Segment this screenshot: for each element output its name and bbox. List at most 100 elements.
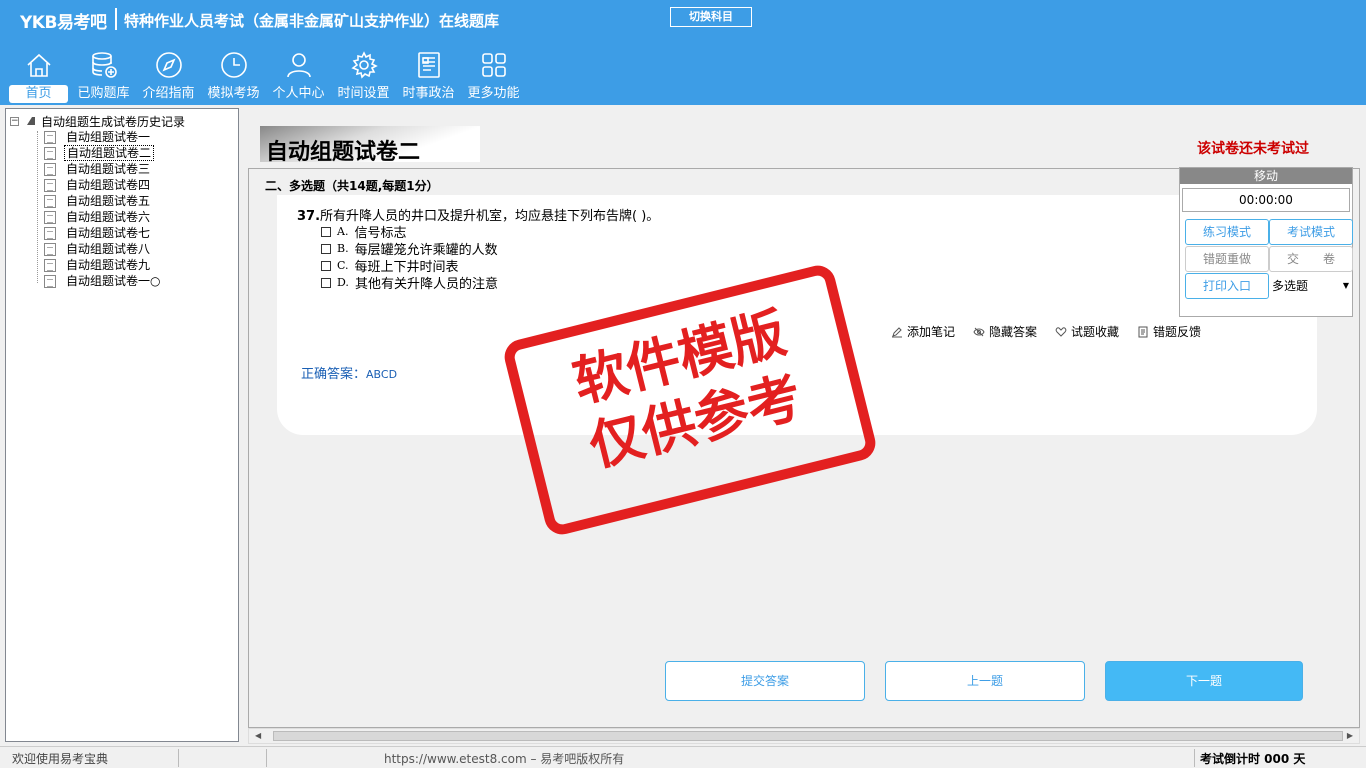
horizontal-scrollbar[interactable]: ◀ ▶ — [248, 728, 1360, 744]
tree-item[interactable]: 自动组题试卷七 — [44, 225, 162, 241]
option-d[interactable]: D. 其他有关升降人员的注意 — [321, 274, 498, 292]
exam-status-text: 该试卷还未考试过 — [1197, 141, 1309, 157]
scrollbar-thumb[interactable] — [273, 731, 1343, 741]
nav-guide[interactable]: 介绍指南 — [136, 48, 201, 104]
tree-item-label: 自动组题试卷一○ — [66, 274, 161, 288]
pencil-icon — [892, 326, 902, 337]
panel-move-handle[interactable]: 移动 — [1180, 168, 1352, 184]
option-checkbox[interactable] — [321, 243, 331, 254]
document-icon — [44, 242, 56, 256]
next-question-button[interactable]: 下一题 — [1105, 661, 1303, 701]
option-letter: A. — [337, 225, 349, 238]
favorite-button[interactable]: 试题收藏 — [1055, 323, 1119, 340]
document-icon — [44, 274, 56, 288]
nav-profile[interactable]: 个人中心 — [266, 48, 331, 104]
option-c[interactable]: C. 每班上下井时间表 — [321, 257, 498, 275]
collapse-icon[interactable]: − — [10, 116, 19, 126]
option-letter: B. — [337, 242, 349, 255]
tree-item[interactable]: 自动组题试卷一○ — [44, 273, 162, 289]
option-checkbox[interactable] — [321, 226, 331, 237]
tree-item[interactable]: 自动组题试卷九 — [44, 257, 162, 273]
add-note-button[interactable]: 添加笔记 — [891, 323, 955, 340]
tree-item[interactable]: 自动组题试卷三 — [44, 161, 162, 177]
switch-subject-button[interactable]: 切换科目 — [670, 7, 752, 27]
exam-control-panel: 移动 00:00:00 练习模式 考试模式 错题重做 交 卷 打印入口 多选题 — [1179, 167, 1353, 317]
scroll-left-icon[interactable]: ◀ — [255, 731, 261, 740]
tree-list: 自动组题试卷一 自动组题试卷二 自动组题试卷三 自动组题试卷四 自动组题试卷五 … — [44, 129, 162, 289]
nav-purchased[interactable]: 已购题库 — [71, 48, 136, 104]
print-button[interactable]: 打印入口 — [1185, 273, 1269, 299]
tree-item-label: 自动组题试卷九 — [66, 258, 151, 272]
nav-label: 首页 — [9, 85, 68, 103]
nav-mock-exam[interactable]: 模拟考场 — [201, 48, 266, 104]
tree-item-label: 自动组题试卷五 — [66, 194, 151, 208]
nav-label: 已购题库 — [77, 86, 130, 101]
status-divider — [178, 749, 179, 767]
answer-label: 正确答案： — [301, 367, 367, 382]
eye-slash-icon — [973, 327, 985, 336]
error-feedback-button[interactable]: 错题反馈 — [1137, 323, 1201, 340]
tree-root[interactable]: − 自动组题生成试卷历史记录 — [10, 113, 185, 129]
add-note-label: 添加笔记 — [907, 325, 956, 339]
tree-item[interactable]: 自动组题试卷一 — [44, 129, 162, 145]
document-icon — [44, 178, 56, 192]
user-icon — [287, 53, 311, 78]
document-icon — [44, 210, 56, 224]
panel-buttons: 练习模式 考试模式 错题重做 交 卷 打印入口 多选题 — [1185, 219, 1353, 300]
tree-item-label: 自动组题试卷六 — [66, 210, 151, 224]
logo-divider — [115, 8, 117, 30]
option-letter: C. — [337, 259, 349, 272]
nav-home[interactable]: 首页 — [6, 48, 71, 104]
app-title: 特种作业人员考试（金属非金属矿山支护作业）在线题库 — [124, 12, 500, 30]
option-b[interactable]: B. 每层罐笼允许乘罐的人数 — [321, 240, 498, 258]
compass-icon — [156, 52, 182, 78]
tree-connector — [37, 131, 38, 283]
paper-title: 自动组题试卷二 — [266, 140, 421, 165]
clock-icon — [221, 52, 247, 78]
paper-history-tree: − 自动组题生成试卷历史记录 自动组题试卷一 自动组题试卷二 自动组题试卷三 自… — [5, 108, 239, 742]
question-type-select[interactable]: 多选题 — [1269, 273, 1353, 299]
tree-item[interactable]: 自动组题试卷五 — [44, 193, 162, 209]
folder-triangle-icon — [27, 117, 35, 125]
option-checkbox[interactable] — [321, 260, 331, 271]
favorite-label: 试题收藏 — [1071, 325, 1120, 339]
question-text: 37.所有升降人员的井口及提升机室，均应悬挂下列布告牌( )。 — [297, 205, 659, 224]
nav-more[interactable]: 更多功能 — [461, 48, 526, 104]
tree-item[interactable]: 自动组题试卷六 — [44, 209, 162, 225]
tree-item-label: 自动组题试卷三 — [66, 162, 151, 176]
hide-answer-button[interactable]: 隐藏答案 — [973, 323, 1037, 340]
nav-time-settings[interactable]: 时间设置 — [331, 48, 396, 104]
correct-answer: 正确答案：ABCD — [301, 363, 397, 382]
scroll-right-icon[interactable]: ▶ — [1347, 731, 1353, 740]
tree-item-label: 自动组题试卷七 — [66, 226, 151, 240]
tree-item[interactable]: 自动组题试卷八 — [44, 241, 162, 257]
submit-paper-button[interactable]: 交 卷 — [1269, 246, 1353, 272]
submit-answer-button[interactable]: 提交答案 — [665, 661, 865, 701]
welcome-text: 欢迎使用易考宝典 — [12, 752, 109, 766]
tree-root-label: 自动组题生成试卷历史记录 — [41, 114, 186, 129]
copyright-text: https://www.etest8.com – 易考吧版权所有 — [384, 752, 625, 766]
tree-item-selected[interactable]: 自动组题试卷二 — [44, 145, 162, 161]
news-icon — [418, 52, 440, 78]
option-a[interactable]: A. 信号标志 — [321, 223, 498, 241]
nav-current-affairs[interactable]: 时事政治 — [396, 48, 461, 104]
error-feedback-label: 错题反馈 — [1153, 325, 1202, 339]
app-logo: YKB易考吧 — [20, 13, 107, 33]
prev-question-button[interactable]: 上一题 — [885, 661, 1085, 701]
document-icon — [44, 226, 56, 240]
document-icon — [44, 194, 56, 208]
redo-wrong-button[interactable]: 错题重做 — [1185, 246, 1269, 272]
tree-item-label: 自动组题试卷八 — [66, 242, 151, 256]
document-icon — [44, 130, 56, 144]
option-text: 其他有关升降人员的注意 — [354, 277, 498, 292]
practice-mode-button[interactable]: 练习模式 — [1185, 219, 1269, 245]
exam-timer: 00:00:00 — [1182, 188, 1350, 212]
document-icon — [44, 162, 56, 176]
tree-item[interactable]: 自动组题试卷四 — [44, 177, 162, 193]
exam-mode-button[interactable]: 考试模式 — [1269, 219, 1353, 245]
section-title: 二、多选题（共14题,每题1分） — [265, 179, 439, 193]
option-checkbox[interactable] — [321, 277, 331, 288]
nav-label: 更多功能 — [467, 86, 520, 101]
tree-item-label: 自动组题试卷二 — [64, 145, 155, 161]
nav-label: 个人中心 — [272, 86, 325, 101]
